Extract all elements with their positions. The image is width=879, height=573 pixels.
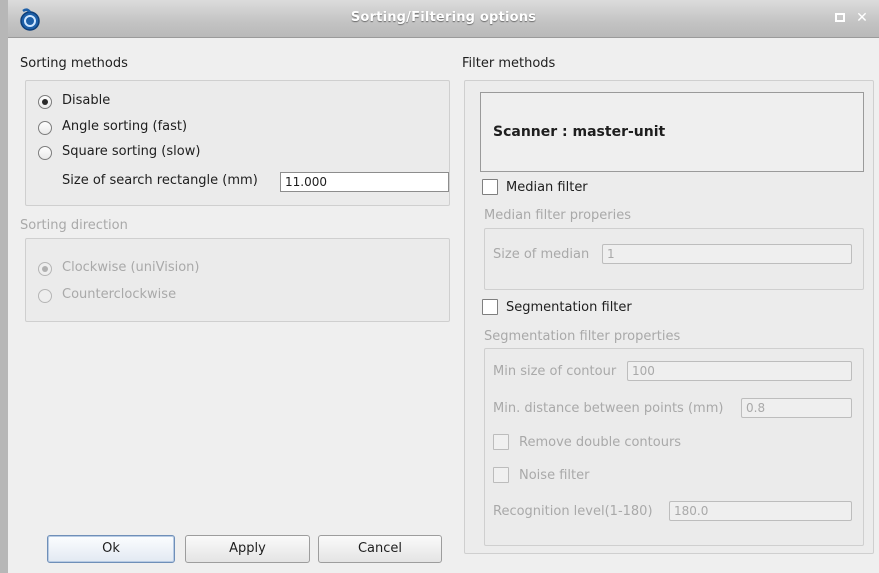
radio-counterclockwise-label[interactable]: Counterclockwise [62,287,176,302]
radio-angle-sorting-label[interactable]: Angle sorting (fast) [62,119,187,134]
filter-methods-header: Filter methods [462,56,556,71]
search-rect-label: Size of search rectangle (mm) [62,173,258,188]
sorting-methods-header: Sorting methods [20,56,128,71]
close-icon: ✕ [856,10,868,26]
radio-clockwise[interactable] [38,262,52,276]
recognition-level-input[interactable]: 180.0 [669,501,852,521]
segmentation-filter-label[interactable]: Segmentation filter [506,300,632,315]
close-button[interactable]: ✕ [855,11,869,25]
radio-square-sorting-label[interactable]: Square sorting (slow) [62,144,200,159]
noise-filter-label[interactable]: Noise filter [519,468,589,483]
segmentation-properties-header: Segmentation filter properties [484,329,681,344]
sorting-direction-header: Sorting direction [20,218,128,233]
recognition-level-label: Recognition level(1-180) [493,504,653,519]
dialog-window: Sorting/Filtering options ✕ Sorting meth… [0,0,879,573]
radio-square-sorting[interactable] [38,146,52,160]
min-contour-input[interactable]: 100 [627,361,852,381]
cancel-button[interactable]: Cancel [318,535,442,563]
noise-filter-checkbox[interactable] [493,467,509,483]
maximize-button[interactable] [833,11,847,25]
window-title: Sorting/Filtering options [350,10,537,25]
remove-double-checkbox[interactable] [493,434,509,450]
sorting-methods-group: Disable Angle sorting (fast) Square sort… [25,80,450,206]
maximize-icon [835,13,845,22]
median-size-label: Size of median [493,247,590,262]
median-properties-group: Size of median 1 [484,228,864,290]
title-bar[interactable]: Sorting/Filtering options ✕ [8,0,879,38]
median-filter-label[interactable]: Median filter [506,180,588,195]
median-properties-header: Median filter properies [484,208,632,223]
ok-button[interactable]: Ok [47,535,175,563]
median-size-input[interactable]: 1 [602,244,852,264]
min-contour-label: Min size of contour [493,364,617,379]
segmentation-filter-checkbox[interactable] [482,299,498,315]
apply-button[interactable]: Apply [185,535,310,563]
scanner-box: Scanner : master-unit [480,92,864,172]
search-rect-input[interactable]: 11.000 [280,172,449,192]
radio-counterclockwise[interactable] [38,289,52,303]
remove-double-label[interactable]: Remove double contours [519,435,681,450]
radio-clockwise-label[interactable]: Clockwise (uniVision) [62,260,200,275]
radio-disable-label[interactable]: Disable [62,93,110,108]
radio-disable[interactable] [38,95,52,109]
segmentation-properties-group: Min size of contour 100 Min. distance be… [484,348,864,546]
median-filter-checkbox[interactable] [482,179,498,195]
sorting-direction-group: Clockwise (uniVision) Counterclockwise [25,238,450,322]
radio-angle-sorting[interactable] [38,121,52,135]
min-distance-input[interactable]: 0.8 [741,398,852,418]
scanner-label: Scanner : master-unit [493,124,666,140]
min-distance-label: Min. distance between points (mm) [493,401,724,416]
